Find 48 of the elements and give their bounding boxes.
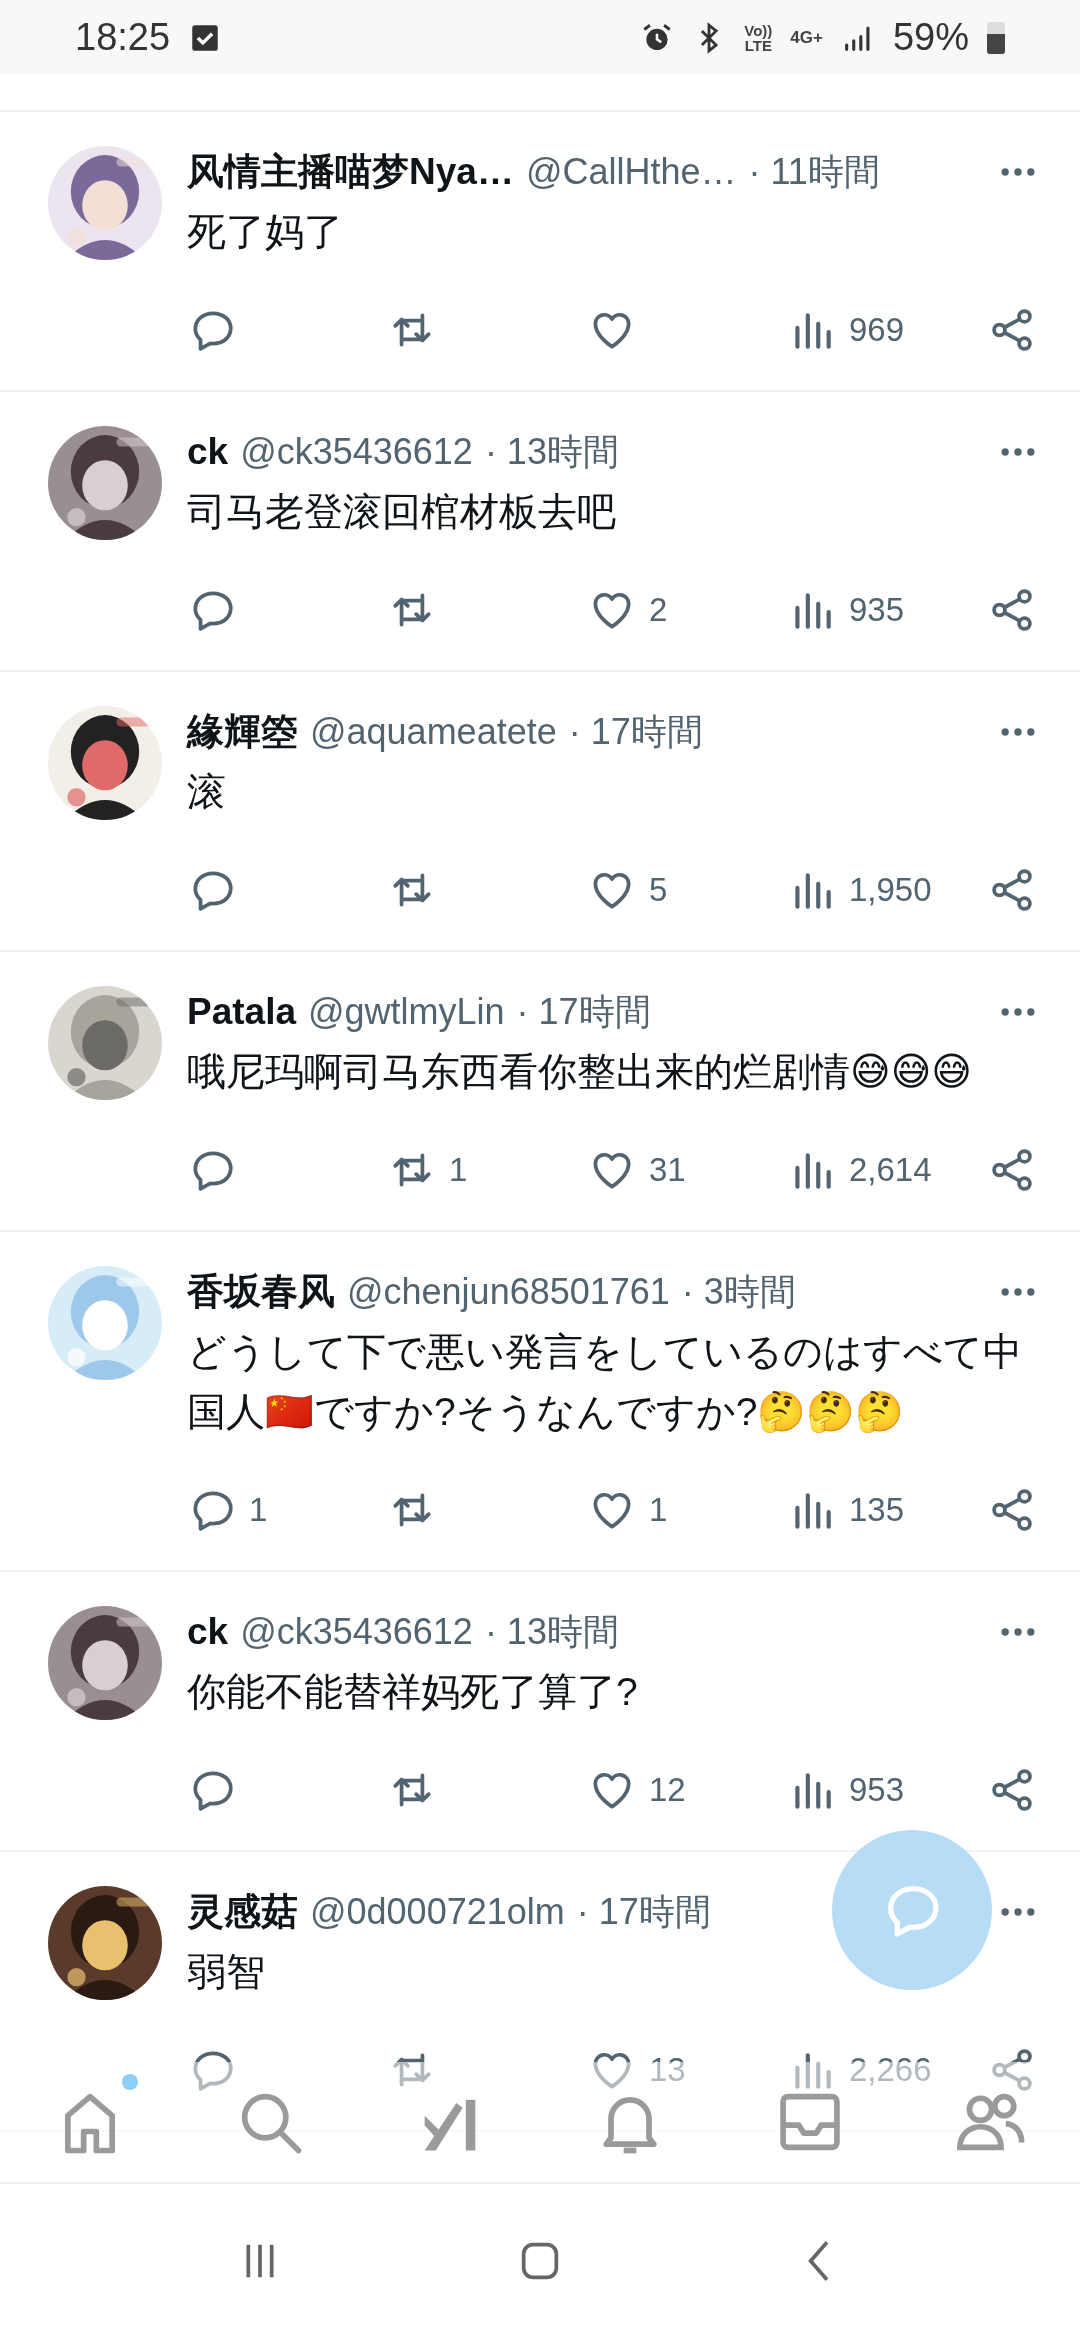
post-time: · 17時間 <box>576 1889 711 1934</box>
user-name[interactable]: 风情主播喵梦Nya… <box>187 147 514 197</box>
post-time: · 11時間 <box>748 149 880 194</box>
views-count: 2,266 <box>849 2051 932 2089</box>
views-count: 935 <box>849 591 905 629</box>
views-count: 2,614 <box>849 1151 932 1189</box>
user-name[interactable]: ck <box>187 431 229 473</box>
like-count: 1 <box>649 1491 668 1529</box>
clock: 18:25 <box>75 16 171 59</box>
post-time: · 17時間 <box>568 709 703 754</box>
views-count: 953 <box>849 1771 905 1809</box>
post-time: · 13時間 <box>484 429 619 474</box>
user-name[interactable]: Patala <box>187 991 296 1033</box>
user-name[interactable]: 香坂春风 <box>187 1267 335 1317</box>
battery-percent: 59% <box>892 16 969 59</box>
user-handle[interactable]: @ck35436612 <box>240 431 473 473</box>
post-text: 滚 <box>187 769 227 815</box>
repost-count: 1 <box>449 1151 468 1189</box>
views-count: 969 <box>849 311 905 349</box>
views-count: 1,950 <box>849 871 932 909</box>
user-handle[interactable]: @chenjun68501761 <box>347 1271 670 1313</box>
user-name[interactable]: 灵感菇 <box>187 1887 298 1937</box>
user-name[interactable]: ck <box>187 1611 229 1653</box>
battery-icon <box>987 21 1005 54</box>
like-count: 5 <box>649 871 668 909</box>
reply-count: 1 <box>249 1491 268 1529</box>
like-count: 13 <box>649 2051 686 2089</box>
network-label: 4G+ <box>790 27 823 48</box>
like-count: 2 <box>649 591 668 629</box>
post-text: 司马老登滚回棺材板去吧 <box>187 489 617 535</box>
user-handle[interactable]: @CallHthe… <box>525 151 737 193</box>
post-text: 哦尼玛啊司马东西看你整出来的烂剧情😅😅😅 <box>187 1049 973 1095</box>
volte-label: Vo)) <box>744 22 773 38</box>
post-time: · 17時間 <box>516 989 651 1034</box>
like-count: 12 <box>649 1771 686 1809</box>
post-text: 你能不能替祥妈死了算了? <box>187 1669 639 1715</box>
post-time: · 3時間 <box>681 1269 796 1314</box>
post-time: · 13時間 <box>484 1609 619 1654</box>
like-count: 31 <box>649 1151 686 1189</box>
user-handle[interactable]: @gwtlmyLin <box>308 991 505 1033</box>
user-handle[interactable]: @ck35436612 <box>240 1611 473 1653</box>
post-text: どうして下で悪い発言をしているのはすべて中国人🇨🇳ですか?そうなんですか?🤔🤔🤔 <box>187 1329 1023 1435</box>
user-handle[interactable]: @aquameatete <box>310 711 557 753</box>
user-name[interactable]: 緣輝箜 <box>187 707 298 757</box>
post-text: 死了妈了 <box>187 209 344 255</box>
views-count: 135 <box>849 1491 905 1529</box>
user-handle[interactable]: @0d000721olm <box>310 1891 565 1933</box>
post-text: 弱智 <box>187 1949 266 1995</box>
